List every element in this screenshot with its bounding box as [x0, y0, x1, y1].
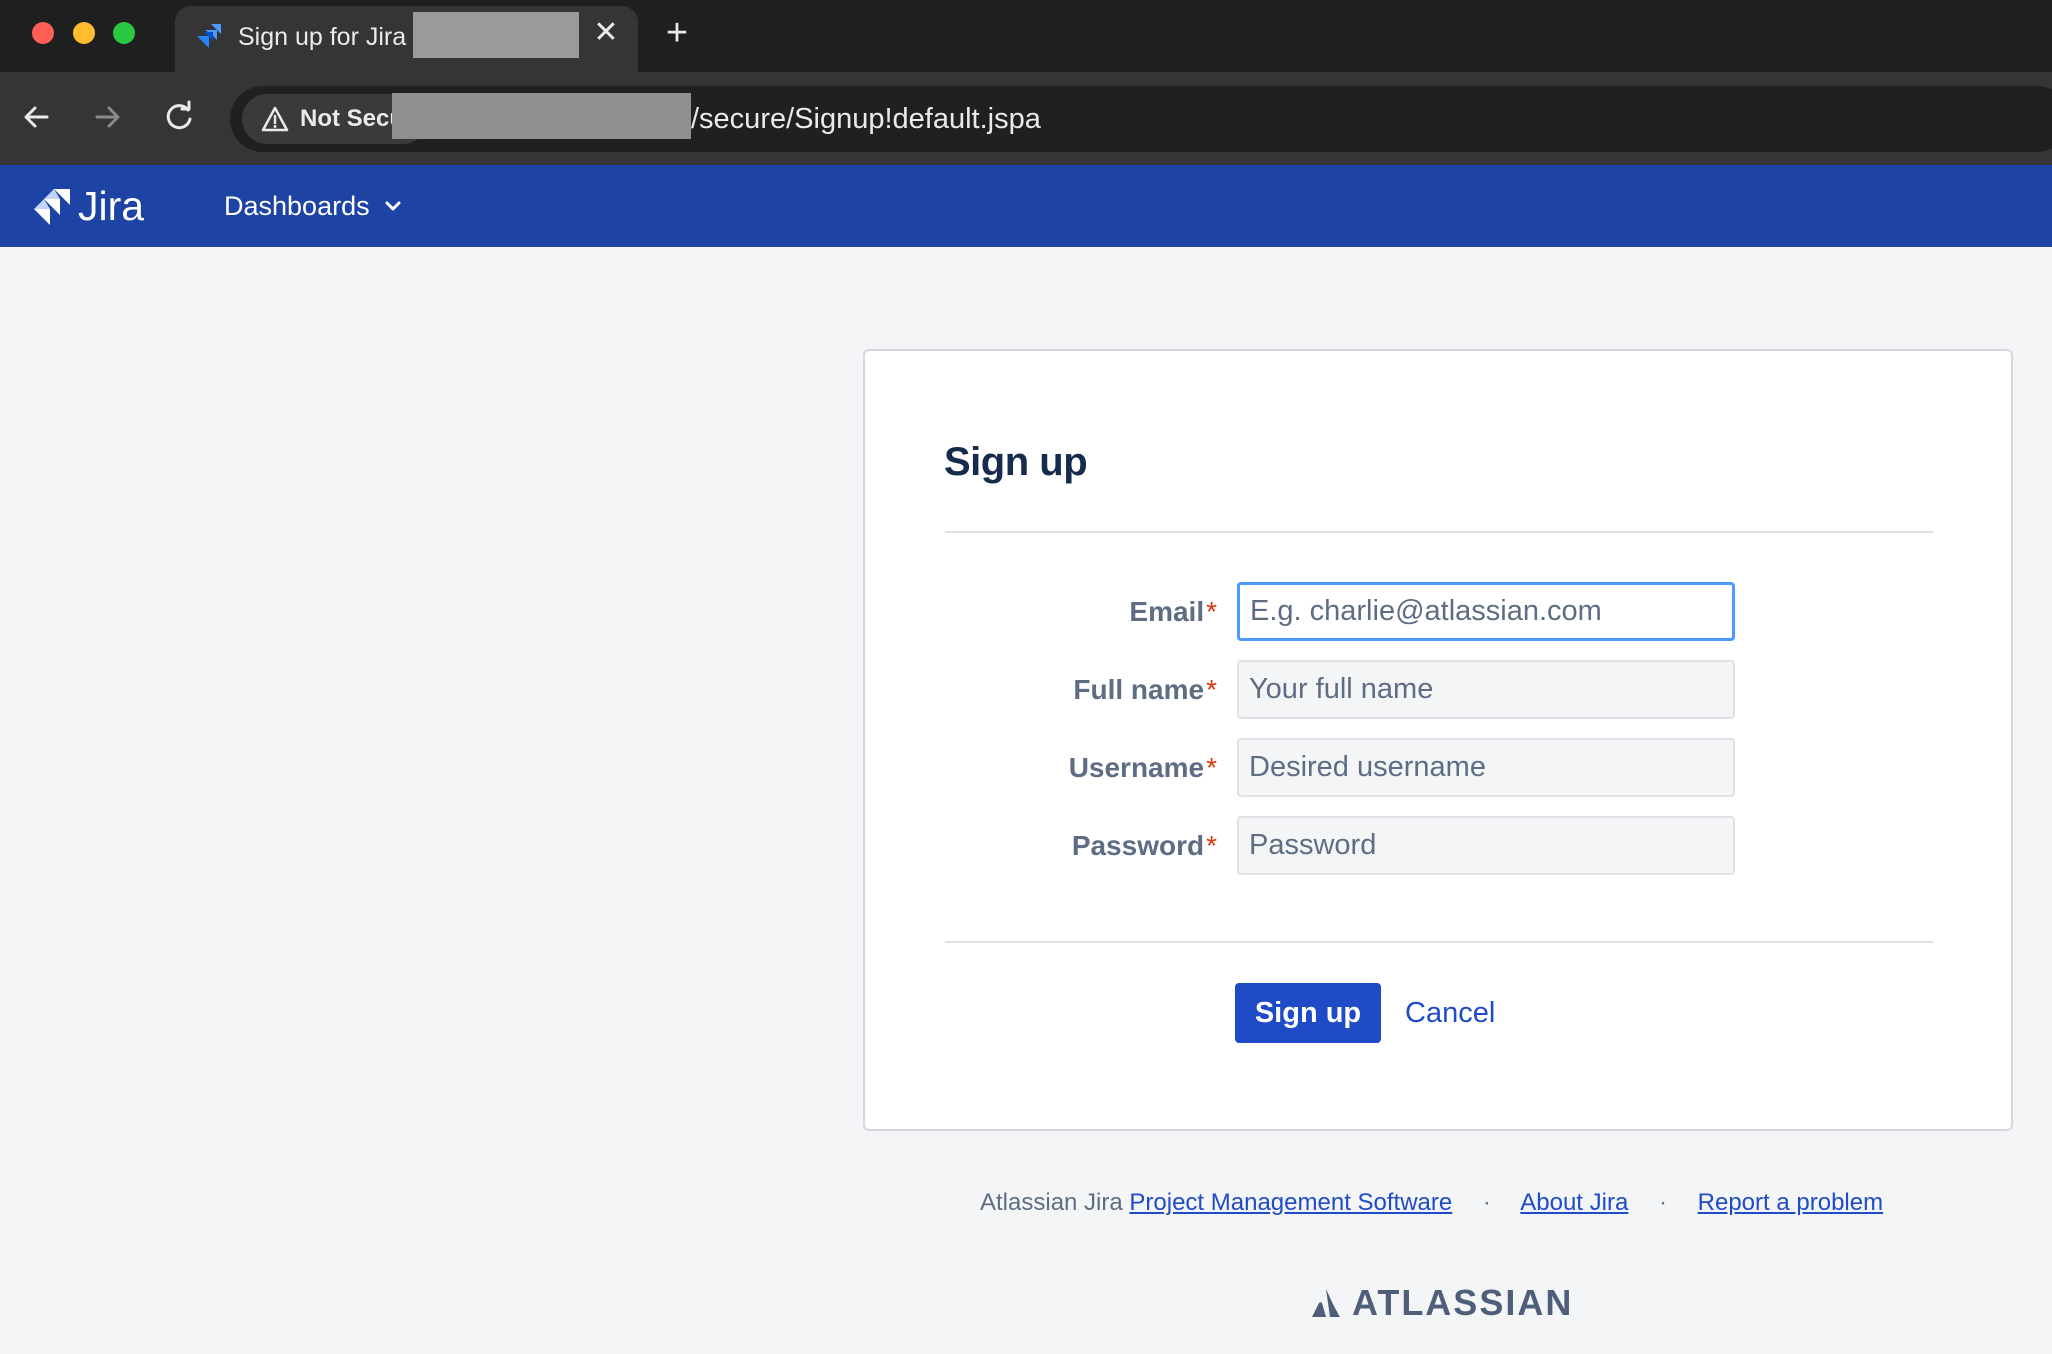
sign-up-button[interactable]: Sign up	[1235, 983, 1381, 1043]
jira-wordmark[interactable]: Jira	[78, 181, 144, 231]
required-marker: *	[1206, 830, 1217, 861]
jira-logo-icon[interactable]	[30, 187, 72, 227]
dashboards-label: Dashboards	[224, 190, 370, 221]
divider	[945, 531, 1933, 533]
footer-separator: ·	[1658, 1189, 1667, 1216]
password-label: Password*	[1071, 830, 1217, 861]
redacted-block	[413, 12, 579, 58]
jira-top-nav: Jira Dashboards	[0, 165, 2052, 247]
window-zoom-button[interactable]	[113, 22, 135, 44]
browser-nav-bar: Not Secu /secure/Signup!default.jspa	[0, 72, 2052, 165]
page-title: Sign up	[944, 440, 1088, 484]
footer-separator: ·	[1482, 1189, 1491, 1216]
forward-arrow-icon[interactable]	[84, 94, 130, 140]
atlassian-wordmark: ATLASSIAN	[1352, 1282, 1574, 1323]
required-marker: *	[1206, 674, 1217, 705]
security-label: Not Secu	[300, 105, 405, 132]
email-label: Email*	[1129, 596, 1217, 627]
window-minimize-button[interactable]	[73, 22, 95, 44]
jira-favicon-icon	[197, 24, 221, 48]
browser-tab-bar: Sign up for Jira ✕ +	[0, 0, 2052, 72]
required-marker: *	[1206, 596, 1217, 627]
back-arrow-icon[interactable]	[14, 94, 60, 140]
browser-tab-active[interactable]: Sign up for Jira ✕	[175, 6, 638, 72]
username-field[interactable]	[1237, 738, 1735, 797]
email-field[interactable]	[1237, 582, 1735, 641]
redacted-block	[392, 93, 691, 139]
window-close-button[interactable]	[32, 22, 54, 44]
atlassian-logo[interactable]: ATLASSIAN	[1310, 1283, 1573, 1323]
warning-triangle-icon	[261, 106, 289, 132]
url-path: /secure/Signup!default.jspa	[691, 103, 1041, 135]
atlassian-logo-icon	[1312, 1289, 1340, 1317]
full-name-field[interactable]	[1237, 660, 1735, 719]
signup-card: Sign up Email* Full name* Username* Pass…	[863, 349, 2013, 1131]
close-tab-icon[interactable]: ✕	[588, 15, 624, 51]
dashboards-menu-button[interactable]: Dashboards	[214, 165, 412, 247]
chevron-down-icon	[385, 201, 401, 211]
new-tab-button[interactable]: +	[659, 13, 695, 53]
divider	[945, 941, 1933, 943]
full-name-label: Full name*	[1073, 674, 1217, 705]
username-label: Username*	[1068, 752, 1217, 783]
cancel-link[interactable]: Cancel	[1399, 983, 1501, 1043]
address-bar[interactable]: Not Secu /secure/Signup!default.jspa	[230, 86, 2052, 152]
reload-icon[interactable]	[156, 94, 202, 140]
footer-links: Atlassian Jira Project Management Softwa…	[980, 1185, 1883, 1221]
about-jira-link[interactable]: About Jira	[1520, 1189, 1628, 1216]
required-marker: *	[1206, 752, 1217, 783]
report-problem-link[interactable]: Report a problem	[1698, 1189, 1883, 1216]
password-field[interactable]	[1237, 816, 1735, 875]
tab-title: Sign up for Jira	[238, 23, 407, 51]
footer-prefix: Atlassian Jira	[980, 1189, 1123, 1216]
project-management-link[interactable]: Project Management Software	[1129, 1189, 1452, 1216]
